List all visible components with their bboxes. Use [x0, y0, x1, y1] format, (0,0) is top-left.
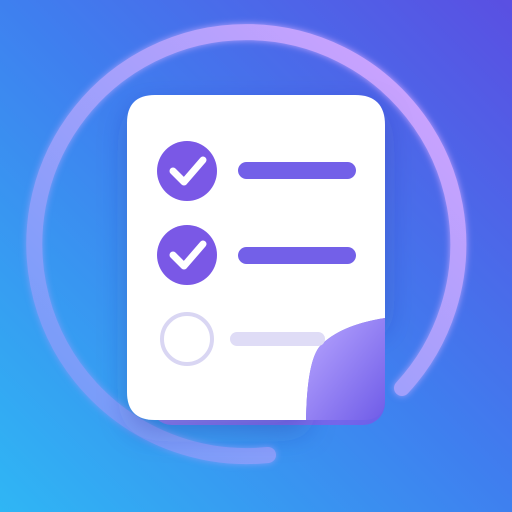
task-line [238, 247, 356, 264]
checklist-note [127, 95, 385, 425]
checklist-app-icon [0, 0, 512, 512]
app-icon-stage [0, 0, 512, 512]
checked-icon [157, 141, 217, 201]
task-line-placeholder [230, 332, 325, 346]
task-line [238, 162, 356, 179]
checked-icon [157, 225, 217, 285]
